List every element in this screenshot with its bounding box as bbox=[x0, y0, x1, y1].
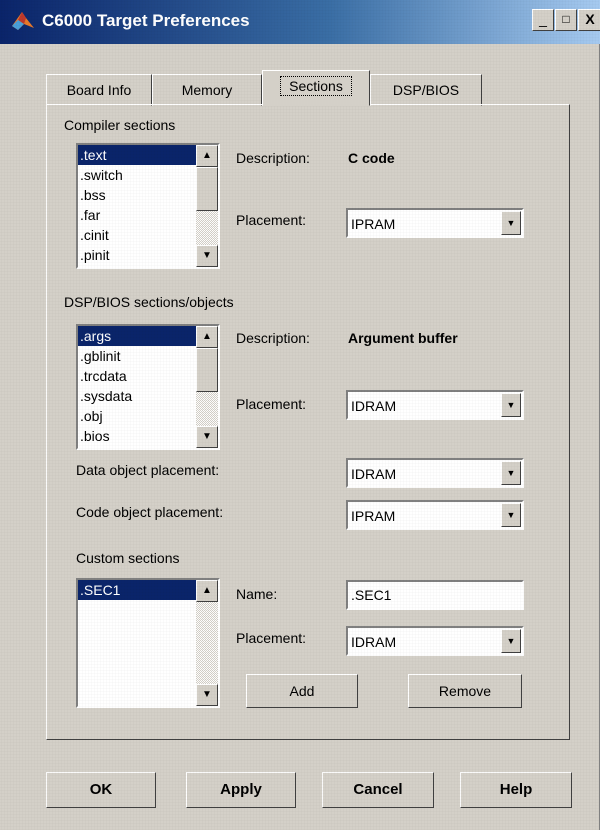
compiler-sections-heading: Compiler sections bbox=[64, 117, 176, 133]
add-button[interactable]: Add bbox=[246, 674, 358, 708]
tab-label: Memory bbox=[181, 82, 233, 98]
chevron-down-icon[interactable]: ▼ bbox=[501, 461, 521, 485]
custom-sections-list[interactable]: .SEC1 ▲ ▼ bbox=[76, 578, 220, 708]
bios-placement-label: Placement: bbox=[236, 396, 307, 412]
apply-button[interactable]: Apply bbox=[186, 772, 296, 808]
bios-placement-select[interactable]: IDRAM ▼ bbox=[346, 390, 524, 420]
selected-value: IDRAM bbox=[351, 398, 397, 414]
remove-button[interactable]: Remove bbox=[408, 674, 522, 708]
scroll-thumb[interactable] bbox=[196, 348, 218, 392]
selected-value: IPRAM bbox=[351, 508, 396, 524]
bios-sections-heading: DSP/BIOS sections/objects bbox=[64, 294, 234, 310]
selected-value: IDRAM bbox=[351, 466, 397, 482]
code-object-placement-select[interactable]: IPRAM ▼ bbox=[346, 500, 524, 530]
data-object-placement-label: Data object placement: bbox=[76, 462, 220, 478]
list-item[interactable]: .pinit bbox=[78, 245, 196, 265]
minimize-button[interactable]: _ bbox=[532, 9, 554, 31]
scrollbar[interactable]: ▲ ▼ bbox=[196, 145, 218, 267]
list-item[interactable]: .bios bbox=[78, 426, 196, 446]
list-item[interactable]: .text bbox=[78, 145, 196, 165]
scroll-down-icon[interactable]: ▼ bbox=[196, 684, 218, 706]
bios-description-label: Description: bbox=[236, 330, 310, 346]
list-item[interactable]: .trcdata bbox=[78, 366, 196, 386]
list-item[interactable]: .switch bbox=[78, 165, 196, 185]
scroll-thumb[interactable] bbox=[196, 167, 218, 211]
scroll-up-icon[interactable]: ▲ bbox=[196, 580, 218, 602]
tab-label: Sections bbox=[280, 76, 352, 96]
chevron-down-icon[interactable]: ▼ bbox=[501, 629, 521, 653]
compiler-description-value: C code bbox=[348, 150, 395, 166]
compiler-sections-list[interactable]: .text .switch .bss .far .cinit .pinit ▲ … bbox=[76, 143, 220, 269]
bios-sections-list[interactable]: .args .gblinit .trcdata .sysdata .obj .b… bbox=[76, 324, 220, 450]
list-item[interactable]: .args bbox=[78, 326, 196, 346]
chevron-down-icon[interactable]: ▼ bbox=[501, 393, 521, 417]
tab-memory[interactable]: Memory bbox=[152, 74, 262, 106]
custom-placement-label: Placement: bbox=[236, 630, 307, 646]
maximize-button[interactable]: □ bbox=[555, 9, 577, 31]
scrollbar[interactable]: ▲ ▼ bbox=[196, 326, 218, 448]
custom-sections-heading: Custom sections bbox=[76, 550, 180, 566]
selected-value: IPRAM bbox=[351, 216, 396, 232]
scroll-down-icon[interactable]: ▼ bbox=[196, 245, 218, 267]
window-title: C6000 Target Preferences bbox=[42, 11, 250, 30]
compiler-placement-label: Placement: bbox=[236, 212, 307, 228]
list-item[interactable]: .cinit bbox=[78, 225, 196, 245]
list-item[interactable]: .far bbox=[78, 205, 196, 225]
tab-dsp-bios[interactable]: DSP/BIOS bbox=[370, 74, 482, 106]
scroll-up-icon[interactable]: ▲ bbox=[196, 326, 218, 348]
selected-value: IDRAM bbox=[351, 634, 397, 650]
ok-button[interactable]: OK bbox=[46, 772, 156, 808]
scrollbar[interactable]: ▲ ▼ bbox=[196, 580, 218, 706]
list-item[interactable]: .bss bbox=[78, 185, 196, 205]
data-object-placement-select[interactable]: IDRAM ▼ bbox=[346, 458, 524, 488]
compiler-placement-select[interactable]: IPRAM ▼ bbox=[346, 208, 524, 238]
tab-sections[interactable]: Sections bbox=[262, 70, 370, 106]
custom-name-label: Name: bbox=[236, 586, 278, 602]
tab-label: Board Info bbox=[66, 82, 132, 98]
help-button[interactable]: Help bbox=[460, 772, 572, 808]
close-button[interactable]: X bbox=[578, 9, 600, 31]
custom-placement-select[interactable]: IDRAM ▼ bbox=[346, 626, 524, 656]
cancel-button[interactable]: Cancel bbox=[322, 772, 434, 808]
list-item[interactable]: .SEC1 bbox=[78, 580, 196, 600]
dialog-window: C6000 Target Preferences _ □ X Board Inf… bbox=[0, 0, 600, 830]
chevron-down-icon[interactable]: ▼ bbox=[501, 211, 521, 235]
chevron-down-icon[interactable]: ▼ bbox=[501, 503, 521, 527]
bios-description-value: Argument buffer bbox=[348, 330, 458, 346]
list-item[interactable]: .gblinit bbox=[78, 346, 196, 366]
scroll-down-icon[interactable]: ▼ bbox=[196, 426, 218, 448]
custom-name-input[interactable] bbox=[348, 582, 522, 608]
custom-name-field[interactable] bbox=[346, 580, 524, 610]
tab-board-info[interactable]: Board Info bbox=[46, 74, 152, 106]
compiler-description-label: Description: bbox=[236, 150, 310, 166]
list-item[interactable]: .sysdata bbox=[78, 386, 196, 406]
code-object-placement-label: Code object placement: bbox=[76, 504, 224, 520]
matlab-logo-icon bbox=[12, 12, 34, 30]
title-bar[interactable]: C6000 Target Preferences _ □ X bbox=[0, 0, 600, 44]
list-item[interactable]: .obj bbox=[78, 406, 196, 426]
scroll-up-icon[interactable]: ▲ bbox=[196, 145, 218, 167]
tab-label: DSP/BIOS bbox=[392, 82, 460, 98]
